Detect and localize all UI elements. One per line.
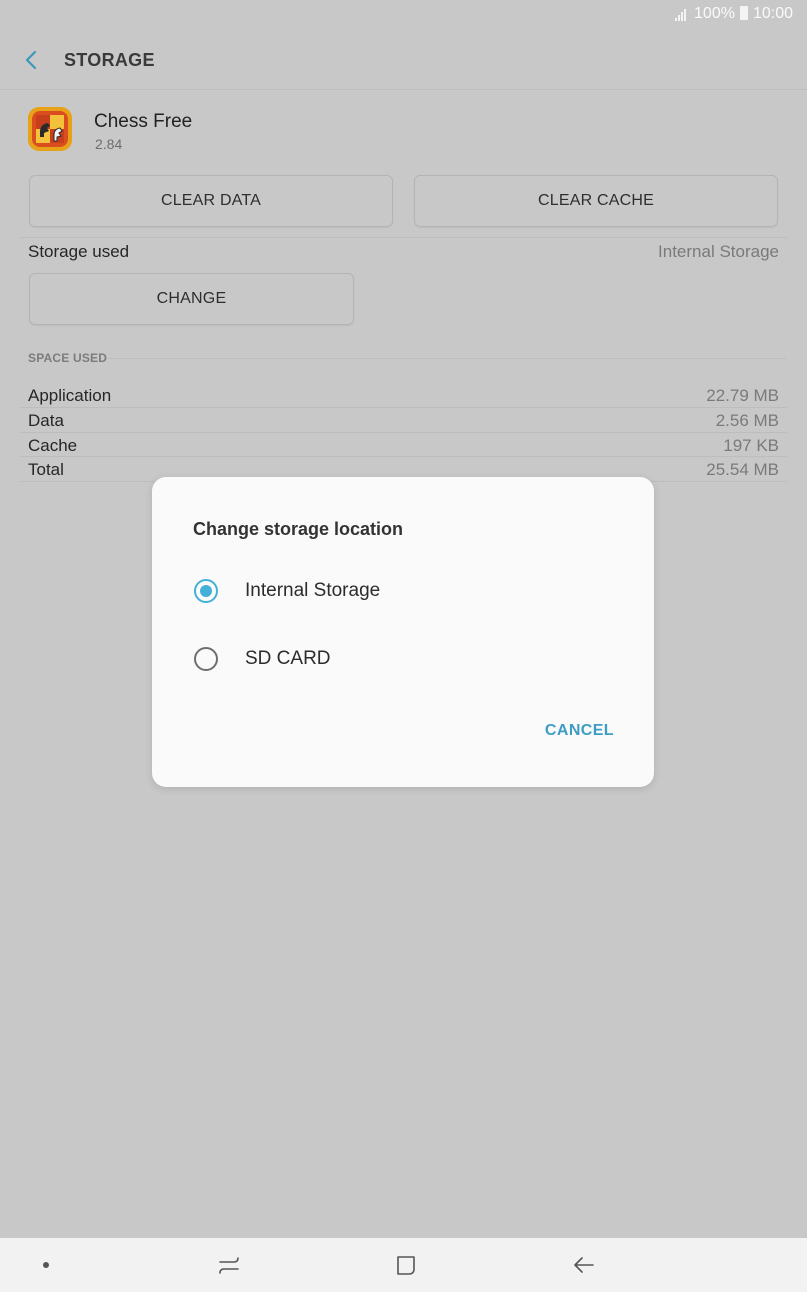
row-divider <box>20 407 787 408</box>
chevron-left-icon <box>25 50 37 70</box>
battery-percent: 100% <box>694 5 735 22</box>
clear-cache-button[interactable]: CLEAR CACHE <box>414 175 778 227</box>
option-sd-card[interactable]: SD CARD <box>193 635 613 683</box>
list-item-label: Data <box>28 411 64 430</box>
list-item-value: 2.56 MB <box>715 411 779 430</box>
storage-used-label: Storage used <box>28 242 130 261</box>
back-button[interactable] <box>18 48 46 76</box>
option-label: Internal Storage <box>245 580 381 601</box>
list-item-value: 22.79 MB <box>706 386 779 405</box>
radio-selected-icon[interactable] <box>194 579 218 603</box>
list-item-value: 197 KB <box>723 436 779 455</box>
back-nav-button[interactable] <box>569 1250 599 1280</box>
list-item-label: Cache <box>28 436 78 455</box>
navigation-bar <box>0 1238 807 1292</box>
app-version: 2.84 <box>95 136 123 152</box>
option-label: SD CARD <box>245 648 331 669</box>
page-title: STORAGE <box>64 50 155 70</box>
row-divider <box>20 432 787 433</box>
app-bar: STORAGE <box>0 30 807 90</box>
radio-unselected-icon[interactable] <box>194 647 218 671</box>
app-name: Chess Free <box>94 111 193 132</box>
section-header-line <box>108 358 786 359</box>
chess-app-icon <box>28 107 72 151</box>
divider <box>20 237 787 238</box>
list-item-value: 25.54 MB <box>706 460 779 479</box>
recent-apps-button[interactable] <box>214 1250 244 1280</box>
dialog-title: Change storage location <box>193 519 404 539</box>
cancel-button[interactable]: CANCEL <box>545 722 614 740</box>
signal-icon <box>675 8 689 21</box>
clock: 10:00 <box>752 5 793 22</box>
back-arrow-icon <box>574 1257 594 1273</box>
home-icon <box>397 1256 415 1275</box>
storage-used-value: Internal Storage <box>658 242 779 261</box>
list-item-label: Total <box>28 460 64 479</box>
home-button[interactable] <box>391 1250 421 1280</box>
space-used-header: SPACE USED <box>28 351 108 365</box>
option-internal-storage[interactable]: Internal Storage <box>193 567 613 615</box>
recent-apps-icon <box>219 1257 239 1274</box>
dot-icon <box>43 1262 49 1268</box>
clear-data-button[interactable]: CLEAR DATA <box>29 175 393 227</box>
change-storage-dialog: Change storage location Internal Storage… <box>152 477 654 787</box>
status-bar-right: 100% 10:00 <box>675 5 793 23</box>
row-divider <box>20 456 787 457</box>
dot-button[interactable] <box>31 1250 61 1280</box>
list-item-label: Application <box>28 386 112 405</box>
status-bar: 100% 10:00 <box>0 0 807 28</box>
battery-icon <box>739 6 748 20</box>
change-button[interactable]: CHANGE <box>29 273 354 325</box>
